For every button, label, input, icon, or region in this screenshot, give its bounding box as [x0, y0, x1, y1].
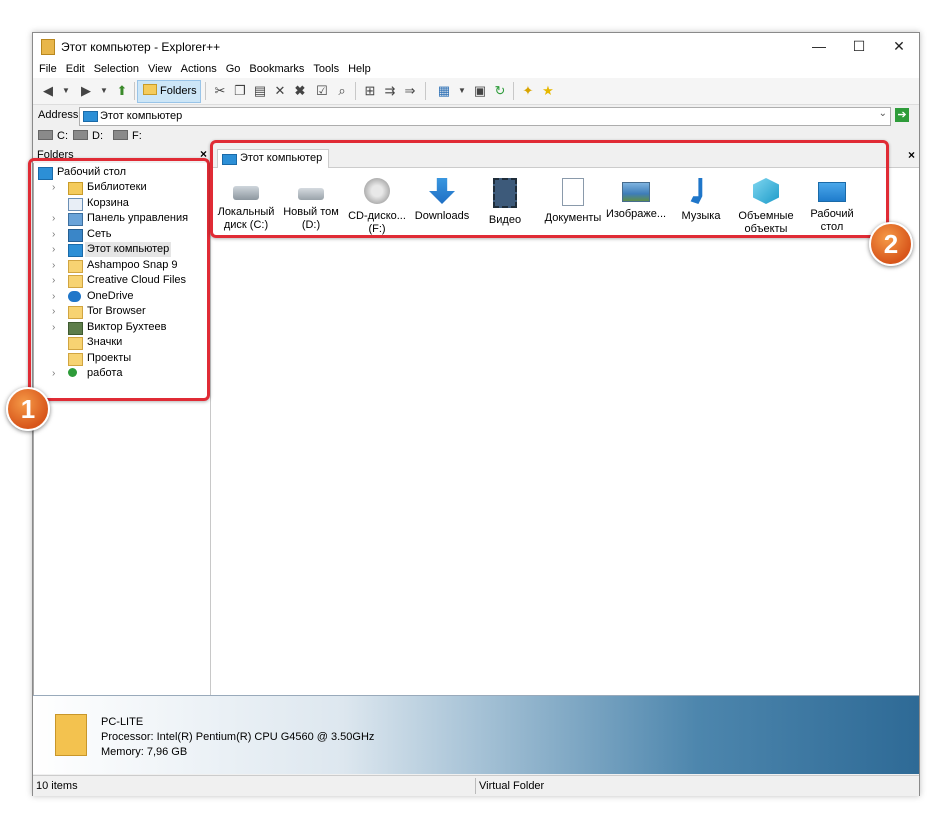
callout-highlight-tree — [28, 158, 210, 401]
app-icon — [41, 39, 55, 55]
menu-selection[interactable]: Selection — [94, 60, 139, 78]
command-prompt-icon[interactable]: ▣ — [471, 81, 489, 101]
toolbar: ◀ ▼ ▶ ▼ ⬆ Folders ✂ ❐ ▤ ✕ ✖ ☑ ⌕ ⊞ ⇉ ⇒ ▦ … — [33, 78, 919, 105]
icon-view: Локальный диск (C:) Новый том (D:) CD-диск… — [211, 168, 919, 695]
close-button[interactable]: ✕ — [879, 33, 919, 60]
folders-button[interactable]: Folders — [137, 80, 201, 103]
maximize-button[interactable]: ☐ — [839, 33, 879, 60]
forward-dropdown-icon[interactable]: ▼ — [95, 81, 113, 101]
menu-edit[interactable]: Edit — [66, 60, 85, 78]
paste-icon[interactable]: ▤ — [251, 81, 269, 101]
chevron-down-icon[interactable]: ⌄ — [879, 108, 887, 119]
callout-highlight-icons — [210, 140, 889, 238]
properties-icon[interactable]: ☑ — [313, 81, 331, 101]
address-bar: Address Этот компьютер ⌄ ➔ — [33, 105, 919, 127]
add-bookmark-icon[interactable]: ✦ — [519, 81, 537, 101]
status-location: Virtual Folder — [479, 780, 545, 792]
search-icon[interactable]: ⌕ — [333, 81, 351, 101]
drive-d-label: D: — [92, 130, 103, 142]
toolbar-separator — [425, 82, 426, 100]
menu-tools[interactable]: Tools — [313, 60, 339, 78]
folder-icon — [143, 84, 157, 95]
move-to-icon[interactable]: ⇒ — [401, 81, 419, 101]
cut-icon[interactable]: ✂ — [211, 81, 229, 101]
back-icon[interactable]: ◀ — [39, 81, 57, 101]
cd-drive-icon — [113, 130, 128, 140]
address-label: Address — [38, 109, 79, 121]
close-tab-icon[interactable]: × — [908, 148, 915, 162]
processor-info: Processor: Intel(R) Pentium(R) CPU G4560… — [101, 731, 375, 743]
toolbar-separator — [134, 82, 135, 100]
menu-file[interactable]: File — [39, 60, 57, 78]
folder-icon — [55, 714, 87, 756]
drive-c-label: C: — [57, 130, 68, 142]
go-arrow-icon[interactable]: ➔ — [895, 108, 909, 122]
callout-badge-1: 1 — [6, 387, 50, 431]
new-folder-icon[interactable]: ⊞ — [361, 81, 379, 101]
computer-icon — [83, 111, 98, 122]
info-panel: PC-LITE Processor: Intel(R) Pentium(R) C… — [33, 695, 919, 774]
menu-bookmarks[interactable]: Bookmarks — [249, 60, 304, 78]
menu-actions[interactable]: Actions — [181, 60, 217, 78]
delete-permanently-icon[interactable]: ✖ — [291, 81, 309, 101]
forward-icon[interactable]: ▶ — [77, 81, 95, 101]
folders-button-label: Folders — [160, 85, 197, 97]
address-input[interactable]: Этот компьютер ⌄ — [79, 107, 891, 126]
drive-d-button[interactable]: D: — [73, 130, 103, 142]
status-bar: 10 items Virtual Folder — [33, 775, 919, 796]
views-dropdown-icon[interactable]: ▼ — [453, 81, 471, 101]
views-icon[interactable]: ▦ — [435, 81, 453, 101]
copy-icon[interactable]: ❐ — [231, 81, 249, 101]
menu-help[interactable]: Help — [348, 60, 371, 78]
menu-bar: File Edit Selection View Actions Go Bookmarks T… — [33, 60, 919, 78]
delete-icon[interactable]: ✕ — [271, 81, 289, 101]
status-separator — [475, 778, 476, 794]
minimize-button[interactable]: — — [799, 33, 839, 60]
window-title: Этот компьютер - Explorer++ — [61, 40, 221, 54]
toolbar-separator — [513, 82, 514, 100]
up-icon[interactable]: ⬆ — [113, 81, 131, 101]
status-item-count: 10 items — [36, 780, 78, 792]
title-bar: Этот компьютер - Explorer++ — ☐ ✕ — [33, 33, 919, 60]
toolbar-separator — [205, 82, 206, 100]
toolbar-separator — [355, 82, 356, 100]
back-dropdown-icon[interactable]: ▼ — [57, 81, 75, 101]
refresh-icon[interactable]: ↻ — [491, 81, 509, 101]
menu-go[interactable]: Go — [226, 60, 241, 78]
callout-badge-2: 2 — [869, 222, 913, 266]
address-value: Этот компьютер — [100, 110, 183, 122]
memory-info: Memory: 7,96 GB — [101, 746, 188, 758]
computer-name: PC-LITE — [101, 716, 144, 728]
drive-f-button[interactable]: F: — [113, 130, 142, 142]
copy-to-icon[interactable]: ⇉ — [381, 81, 399, 101]
drive-icon — [73, 130, 88, 140]
drive-c-button[interactable]: C: — [38, 130, 68, 142]
menu-view[interactable]: View — [148, 60, 172, 78]
drive-f-label: F: — [132, 130, 142, 142]
bookmarks-icon[interactable]: ★ — [539, 81, 557, 101]
drive-icon — [38, 130, 53, 140]
